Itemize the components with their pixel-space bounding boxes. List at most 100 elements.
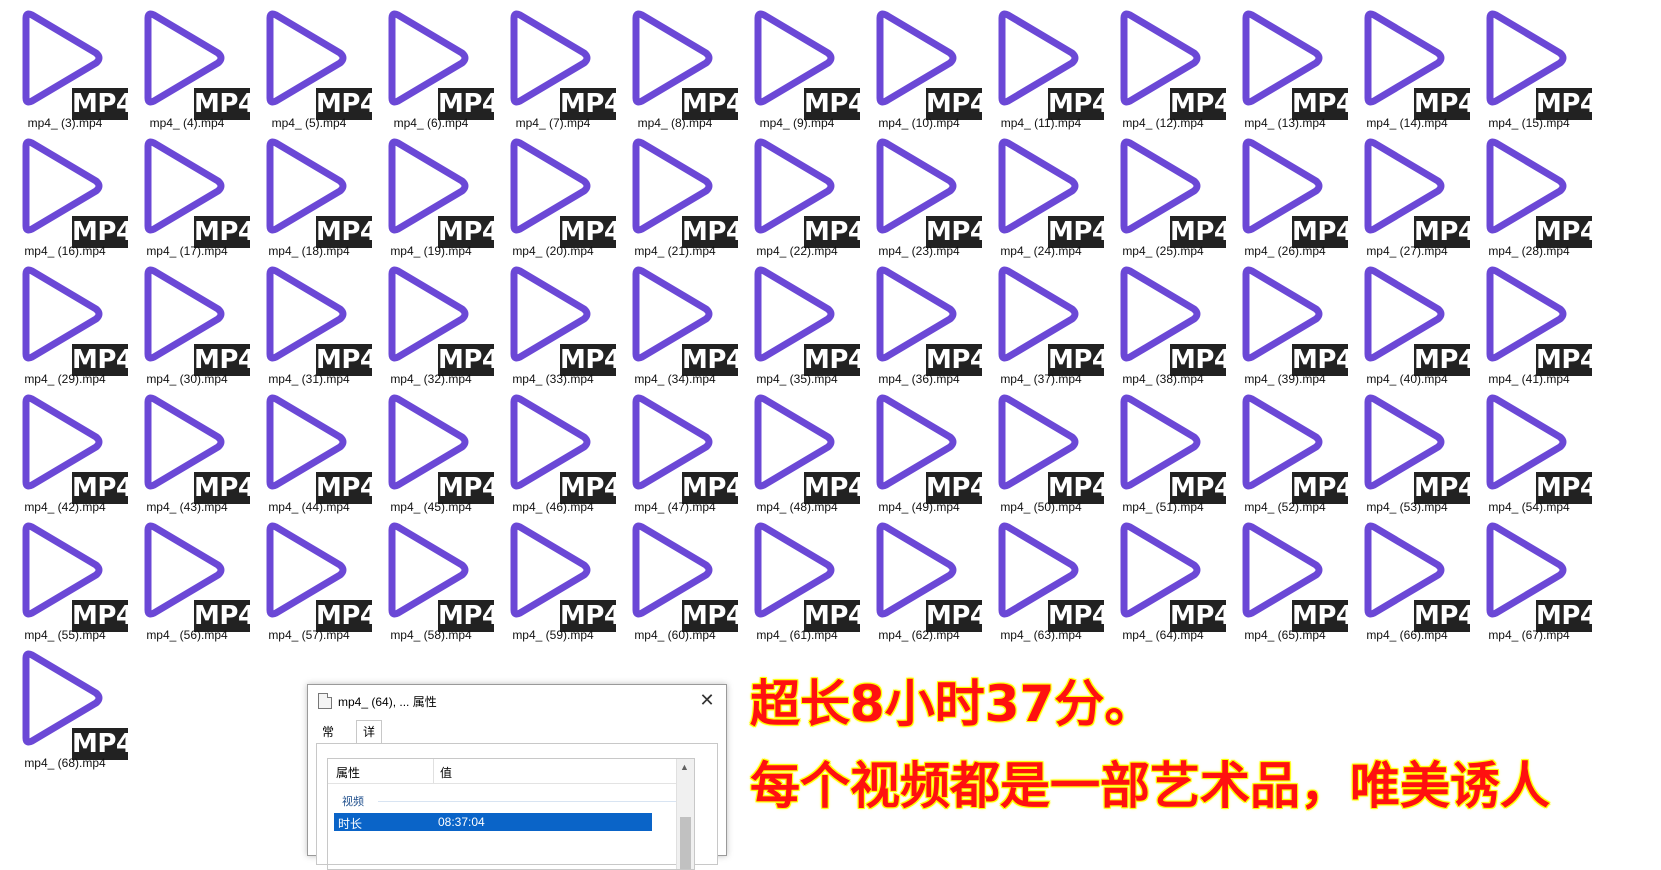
file-item[interactable]: MP4 mp4_ (55).mp4	[0, 512, 134, 642]
file-item[interactable]: MP4 mp4_ (45).mp4	[366, 384, 500, 514]
file-item[interactable]: MP4 mp4_ (20).mp4	[488, 128, 622, 258]
file-item[interactable]: MP4 mp4_ (28).mp4	[1464, 128, 1598, 258]
file-item[interactable]: MP4 mp4_ (65).mp4	[1220, 512, 1354, 642]
file-item[interactable]: MP4 mp4_ (26).mp4	[1220, 128, 1354, 258]
file-item[interactable]: MP4 mp4_ (25).mp4	[1098, 128, 1232, 258]
file-item[interactable]: MP4 mp4_ (35).mp4	[732, 256, 866, 386]
video-file-icon: MP4	[750, 136, 866, 248]
file-item[interactable]: MP4 mp4_ (15).mp4	[1464, 0, 1598, 130]
column-header-property[interactable]: 属性	[336, 764, 360, 781]
video-file-icon: MP4	[262, 520, 378, 632]
file-item[interactable]: MP4 mp4_ (5).mp4	[244, 0, 378, 130]
file-item[interactable]: MP4 mp4_ (58).mp4	[366, 512, 500, 642]
file-item[interactable]: MP4 mp4_ (66).mp4	[1342, 512, 1476, 642]
list-header: 属性 值	[328, 759, 694, 784]
file-item[interactable]: MP4 mp4_ (48).mp4	[732, 384, 866, 514]
file-item[interactable]: MP4 mp4_ (38).mp4	[1098, 256, 1232, 386]
file-item[interactable]: MP4 mp4_ (52).mp4	[1220, 384, 1354, 514]
column-header-value[interactable]: 值	[440, 764, 452, 781]
file-item[interactable]: MP4 mp4_ (13).mp4	[1220, 0, 1354, 130]
file-item[interactable]: MP4 mp4_ (7).mp4	[488, 0, 622, 130]
file-item[interactable]: MP4 mp4_ (27).mp4	[1342, 128, 1476, 258]
scroll-up-icon[interactable]: ▲	[680, 762, 689, 772]
video-file-icon: MP4	[506, 392, 622, 504]
file-item[interactable]: MP4 mp4_ (12).mp4	[1098, 0, 1232, 130]
file-item[interactable]: MP4 mp4_ (60).mp4	[610, 512, 744, 642]
file-item[interactable]: MP4 mp4_ (10).mp4	[854, 0, 988, 130]
file-item[interactable]: MP4 mp4_ (50).mp4	[976, 384, 1110, 514]
file-item[interactable]: MP4 mp4_ (39).mp4	[1220, 256, 1354, 386]
file-item[interactable]: MP4 mp4_ (47).mp4	[610, 384, 744, 514]
video-file-icon: MP4	[140, 392, 256, 504]
file-item[interactable]: MP4 mp4_ (17).mp4	[122, 128, 256, 258]
file-item[interactable]: MP4 mp4_ (61).mp4	[732, 512, 866, 642]
scroll-thumb[interactable]	[680, 817, 691, 869]
file-item[interactable]: MP4 mp4_ (57).mp4	[244, 512, 378, 642]
video-file-icon: MP4	[1116, 392, 1232, 504]
video-file-icon: MP4	[18, 392, 134, 504]
file-item[interactable]: MP4 mp4_ (43).mp4	[122, 384, 256, 514]
file-item[interactable]: MP4 mp4_ (9).mp4	[732, 0, 866, 130]
file-item[interactable]: MP4 mp4_ (11).mp4	[976, 0, 1110, 130]
file-item[interactable]: MP4 mp4_ (34).mp4	[610, 256, 744, 386]
file-item[interactable]: MP4 mp4_ (54).mp4	[1464, 384, 1598, 514]
file-item[interactable]: MP4 mp4_ (63).mp4	[976, 512, 1110, 642]
vertical-scrollbar[interactable]: ▲	[676, 759, 694, 869]
file-item[interactable]: MP4 mp4_ (46).mp4	[488, 384, 622, 514]
property-name: 时长	[338, 817, 363, 831]
tab-details[interactable]: 详细信息	[356, 720, 383, 805]
video-file-icon: MP4	[1360, 8, 1476, 120]
video-file-icon: MP4	[628, 392, 744, 504]
file-item[interactable]: MP4 mp4_ (49).mp4	[854, 384, 988, 514]
file-item[interactable]: MP4 mp4_ (51).mp4	[1098, 384, 1232, 514]
tab-general[interactable]: 常规	[316, 722, 340, 759]
video-file-icon: MP4	[1360, 392, 1476, 504]
file-item[interactable]: MP4 mp4_ (62).mp4	[854, 512, 988, 642]
file-item[interactable]: MP4 mp4_ (8).mp4	[610, 0, 744, 130]
video-file-icon: MP4	[18, 136, 134, 248]
file-item[interactable]: MP4 mp4_ (59).mp4	[488, 512, 622, 642]
list-item-duration[interactable]: 时长 08:37:04	[334, 813, 652, 831]
video-file-icon: MP4	[1482, 392, 1598, 504]
file-item[interactable]: MP4 mp4_ (18).mp4	[244, 128, 378, 258]
file-item[interactable]: MP4 mp4_ (14).mp4	[1342, 0, 1476, 130]
file-item[interactable]: MP4 mp4_ (23).mp4	[854, 128, 988, 258]
file-item[interactable]: MP4 mp4_ (36).mp4	[854, 256, 988, 386]
file-item[interactable]: MP4 mp4_ (67).mp4	[1464, 512, 1598, 642]
close-icon[interactable]: ✕	[696, 689, 718, 711]
file-item[interactable]: MP4 mp4_ (41).mp4	[1464, 256, 1598, 386]
video-file-icon: MP4	[506, 520, 622, 632]
file-item[interactable]: MP4 mp4_ (6).mp4	[366, 0, 500, 130]
file-item[interactable]: MP4 mp4_ (29).mp4	[0, 256, 134, 386]
video-file-icon: MP4	[1238, 520, 1354, 632]
file-item[interactable]: MP4 mp4_ (40).mp4	[1342, 256, 1476, 386]
video-file-icon: MP4	[506, 136, 622, 248]
file-item[interactable]: MP4 mp4_ (3).mp4	[0, 0, 134, 130]
file-item[interactable]: MP4 mp4_ (19).mp4	[366, 128, 500, 258]
video-file-icon: MP4	[1116, 264, 1232, 376]
file-item[interactable]: MP4 mp4_ (16).mp4	[0, 128, 134, 258]
file-item[interactable]: MP4 mp4_ (64).mp4	[1098, 512, 1232, 642]
file-item[interactable]: MP4 mp4_ (42).mp4	[0, 384, 134, 514]
file-item[interactable]: MP4 mp4_ (4).mp4	[122, 0, 256, 130]
video-file-icon: MP4	[1116, 136, 1232, 248]
video-file-icon: MP4	[1238, 264, 1354, 376]
file-item[interactable]: MP4 mp4_ (56).mp4	[122, 512, 256, 642]
file-item[interactable]: MP4 mp4_ (68).mp4	[0, 640, 134, 770]
file-item[interactable]: MP4 mp4_ (30).mp4	[122, 256, 256, 386]
group-heading-video: 视频	[342, 796, 364, 808]
details-pane: 属性 值 视频 时长 08:37:04 ▲	[316, 743, 718, 870]
file-item[interactable]: MP4 mp4_ (31).mp4	[244, 256, 378, 386]
column-divider[interactable]	[433, 759, 434, 783]
dialog-titlebar[interactable]: mp4_ (64), ... 属性 ✕	[308, 685, 726, 715]
video-file-icon: MP4	[750, 264, 866, 376]
file-item[interactable]: MP4 mp4_ (21).mp4	[610, 128, 744, 258]
file-item[interactable]: MP4 mp4_ (33).mp4	[488, 256, 622, 386]
video-file-icon: MP4	[1482, 8, 1598, 120]
file-item[interactable]: MP4 mp4_ (24).mp4	[976, 128, 1110, 258]
file-item[interactable]: MP4 mp4_ (44).mp4	[244, 384, 378, 514]
file-item[interactable]: MP4 mp4_ (22).mp4	[732, 128, 866, 258]
file-item[interactable]: MP4 mp4_ (53).mp4	[1342, 384, 1476, 514]
file-item[interactable]: MP4 mp4_ (32).mp4	[366, 256, 500, 386]
file-item[interactable]: MP4 mp4_ (37).mp4	[976, 256, 1110, 386]
